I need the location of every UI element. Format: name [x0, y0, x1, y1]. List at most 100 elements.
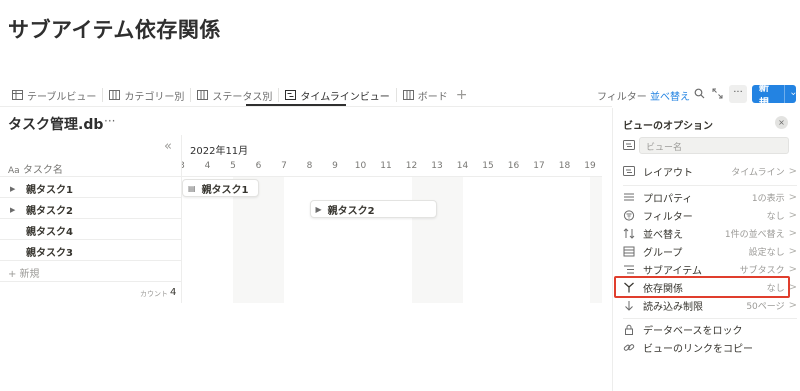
row-divider	[0, 176, 182, 177]
chevron-down-icon[interactable]	[785, 90, 796, 98]
task-name: 親タスク3	[26, 248, 73, 259]
timeline-bar-label: 親タスク2	[327, 205, 375, 217]
row-divider	[0, 197, 182, 198]
option-value: サブタスク	[739, 265, 785, 276]
weekend-shade	[258, 177, 284, 303]
filter-icon	[623, 209, 639, 221]
database-more-icon[interactable]: ···	[104, 114, 115, 128]
option-label: グループ	[643, 247, 683, 259]
board-columns-icon	[197, 90, 209, 100]
collapse-icon[interactable]: «	[164, 139, 172, 154]
close-icon[interactable]: ×	[775, 116, 788, 129]
action-label: ビューのリンクをコピー	[643, 343, 753, 355]
day-tick-label: 11	[380, 161, 392, 171]
link-icon	[623, 342, 639, 353]
filter-button[interactable]: フィルター	[597, 88, 647, 103]
tab-label: タイムラインビュー	[300, 91, 390, 103]
page-title: サブアイテム依存関係	[8, 18, 221, 42]
row-divider	[0, 281, 182, 282]
option-layout[interactable]: レイアウト タイムライン >	[623, 162, 797, 180]
weekend-shade	[411, 177, 437, 303]
new-button[interactable]: 新規	[752, 83, 796, 109]
option-load-limit[interactable]: 読み込み制限 50ページ >	[623, 296, 797, 314]
board-columns-icon	[402, 90, 414, 100]
day-axis: 34 5 6 7 8 9 10 11 12 13 14 15 16 17 18 19	[182, 161, 602, 175]
option-label: 並べ替え	[643, 229, 683, 241]
add-view-icon[interactable]: +	[452, 87, 472, 103]
action-lock-database[interactable]: データベースをロック	[623, 320, 797, 338]
tab-status[interactable]: ステータス別	[193, 86, 276, 104]
chevron-right-icon: >	[788, 165, 797, 177]
expand-icon[interactable]	[712, 88, 723, 99]
day-tick-label: 8	[306, 161, 313, 171]
count-label: カウント	[140, 290, 168, 298]
tab-board[interactable]: ボード	[399, 86, 452, 104]
tab-table-view[interactable]: テーブルビュー	[8, 86, 100, 104]
timeline-header-divider	[182, 176, 602, 177]
arrow-down-icon	[623, 300, 639, 311]
option-value: 1件の並べ替え	[724, 229, 785, 240]
option-properties[interactable]: プロパティ 1の表示 >	[623, 188, 797, 206]
toggle-right-icon[interactable]: ▶	[311, 205, 328, 214]
option-value: 1の表示	[751, 193, 785, 204]
search-icon[interactable]	[694, 88, 705, 99]
day-tick-label: 7	[281, 161, 287, 171]
row-divider	[0, 260, 182, 261]
new-button-label: 新規	[759, 83, 769, 109]
toggle-right-icon[interactable]: ▶	[10, 206, 26, 214]
expand-square-icon[interactable]: ▤	[183, 184, 202, 193]
day-tick-label: 13	[431, 161, 443, 171]
sort-button[interactable]: 並べ替え	[650, 88, 690, 103]
row-divider	[0, 239, 182, 240]
list-item[interactable]: ▶ 親タスク1	[10, 181, 73, 197]
layout-icon	[623, 166, 639, 176]
list-item[interactable]: 親タスク4	[10, 223, 73, 238]
tab-category[interactable]: カテゴリー別	[105, 86, 188, 104]
option-value: 50ページ	[746, 301, 785, 312]
database-title[interactable]: タスク管理.db	[8, 114, 103, 134]
tab-label: カテゴリー別	[124, 91, 185, 103]
chevron-right-icon: >	[788, 227, 797, 239]
sort-icon	[623, 227, 639, 239]
tab-timeline[interactable]: タイムラインビュー	[281, 86, 393, 104]
task-name: 親タスク1	[26, 185, 73, 196]
view-name-input[interactable]: ビュー名	[639, 137, 789, 154]
table-icon	[12, 90, 23, 100]
option-label: 読み込み制限	[643, 301, 703, 313]
timeline-grid[interactable]: 34 5 6 7 8 9 10 11 12 13 14 15 16 17 18 19 ▤親タスク1 ▶親タスク2	[182, 135, 602, 303]
add-row-button[interactable]: + 新規	[8, 265, 40, 280]
list-item[interactable]: ▶ 親タスク2	[10, 202, 73, 218]
task-name: 親タスク2	[26, 206, 73, 217]
panel-divider	[623, 318, 797, 319]
timeline-bar[interactable]: ▶ 親タスク2	[309, 200, 437, 218]
view-type-icon[interactable]	[623, 140, 635, 150]
option-group[interactable]: グループ 設定なし >	[623, 242, 797, 260]
lock-icon	[623, 324, 639, 335]
toggle-right-icon[interactable]: ▶	[10, 185, 26, 193]
list-item[interactable]: 親タスク3	[10, 244, 73, 259]
option-filter[interactable]: フィルター なし >	[623, 206, 797, 224]
day-tick-label: 6	[255, 161, 262, 171]
view-options-panel: ビューのオプション × ビュー名 レイアウト タイムライン > プロパティ 1の…	[612, 108, 800, 391]
day-tick-label: 9	[332, 161, 338, 171]
day-tick-label: 3	[182, 161, 194, 171]
option-sort[interactable]: 並べ替え 1件の並べ替え >	[623, 224, 797, 242]
column-header[interactable]: Aa タスク名	[8, 161, 63, 176]
timeline-bar[interactable]: ▤ 親タスク1	[182, 179, 259, 197]
more-options-button[interactable]: ···	[729, 85, 747, 103]
option-value: タイムライン	[731, 167, 785, 178]
count-value: 4	[170, 287, 177, 298]
tab-divider	[278, 88, 280, 102]
option-value: なし	[766, 211, 785, 222]
tab-label: ボード	[417, 91, 448, 103]
option-label: プロパティ	[643, 193, 693, 205]
row-divider	[0, 218, 182, 219]
day-tick-label: 14	[456, 161, 469, 171]
tabs-divider	[0, 106, 612, 107]
timeline-bar-label: 親タスク1	[201, 184, 249, 196]
action-copy-link[interactable]: ビューのリンクをコピー	[623, 338, 797, 356]
column-header-label: タスク名	[22, 165, 63, 176]
day-tick-label: 17	[533, 161, 545, 171]
weekend-shade	[437, 177, 463, 303]
option-label: フィルター	[643, 211, 693, 223]
